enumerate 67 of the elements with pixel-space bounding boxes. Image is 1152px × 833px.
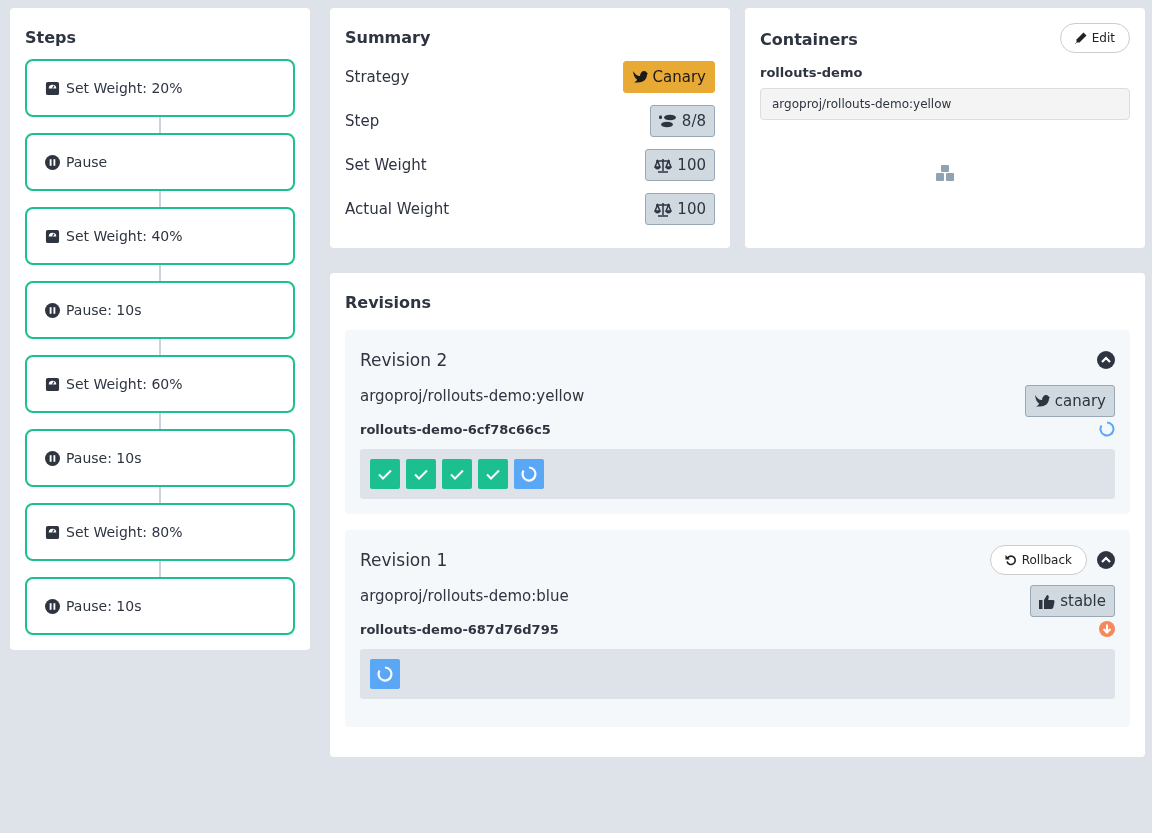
pencil-icon xyxy=(1074,32,1087,44)
container-name: rollouts-demo xyxy=(760,65,864,80)
summary-value: 100 xyxy=(645,149,715,181)
pod-check-icon[interactable] xyxy=(478,459,508,489)
step-item[interactable]: Pause xyxy=(25,133,295,191)
thumbs-up-icon xyxy=(1039,593,1056,609)
arrow-down-circle-icon xyxy=(1099,621,1115,637)
progress-ring-icon xyxy=(1099,421,1115,437)
balance-scale-icon xyxy=(654,201,673,217)
edit-button[interactable]: Edit xyxy=(1059,23,1130,53)
pod-check-icon[interactable] xyxy=(406,459,436,489)
summary-value: 100 xyxy=(645,193,715,225)
balance-scale-icon xyxy=(654,157,673,173)
step-label: Set Weight: 80% xyxy=(66,524,183,540)
scale-icon xyxy=(45,376,60,392)
pause-icon xyxy=(45,302,60,318)
bird-icon xyxy=(1033,394,1050,408)
pause-icon xyxy=(45,598,60,614)
summary-label: Strategy xyxy=(345,68,410,86)
summary-title: Summary xyxy=(345,28,432,47)
step-label: Pause: 10s xyxy=(66,302,142,318)
step-label: Pause xyxy=(66,154,108,170)
step-item[interactable]: Pause: 10s xyxy=(25,577,295,635)
boxes-icon xyxy=(935,164,955,182)
step-label: Set Weight: 60% xyxy=(66,376,183,392)
step-label: Pause: 10s xyxy=(66,450,142,466)
step-item[interactable]: Set Weight: 80% xyxy=(25,503,295,561)
step-item[interactable]: Pause: 10s xyxy=(25,281,295,339)
replicaset-name: rollouts-demo-6cf78c66c5 xyxy=(360,421,551,437)
image-field[interactable]: argoproj/rollouts-demo:yellow xyxy=(760,88,1130,120)
summary-value: Canary xyxy=(622,61,715,93)
pod-check-icon[interactable] xyxy=(442,459,472,489)
revision-tag: canary xyxy=(1024,385,1115,417)
pod-spinner-icon[interactable] xyxy=(370,659,400,689)
undo-icon xyxy=(1004,554,1017,566)
pod-spinner-icon[interactable] xyxy=(514,459,544,489)
step-item[interactable]: Pause: 10s xyxy=(25,429,295,487)
step-item[interactable]: Set Weight: 20% xyxy=(25,59,295,117)
collapse-icon[interactable] xyxy=(1097,551,1115,569)
bird-icon xyxy=(631,70,648,84)
containers-title: Containers xyxy=(760,29,858,49)
footprints-icon xyxy=(658,114,677,128)
scale-icon xyxy=(45,524,60,540)
revision-image: argoproj/rollouts-demo:yellow xyxy=(360,387,585,405)
step-label: Set Weight: 20% xyxy=(66,80,183,96)
summary-label: Step xyxy=(345,112,380,130)
summary-value: 8/8 xyxy=(649,105,715,137)
pod-check-icon[interactable] xyxy=(370,459,400,489)
summary-label: Actual Weight xyxy=(345,200,450,218)
summary-label: Set Weight xyxy=(345,156,427,174)
step-label: Set Weight: 40% xyxy=(66,228,183,244)
pause-icon xyxy=(45,450,60,466)
revision-title: Revision 1 xyxy=(360,550,448,570)
steps-title: Steps xyxy=(25,28,77,47)
collapse-icon[interactable] xyxy=(1097,351,1115,369)
revisions-title: Revisions xyxy=(345,293,432,312)
revision-tag: stable xyxy=(1030,585,1115,617)
revision-image: argoproj/rollouts-demo:blue xyxy=(360,587,569,605)
scale-icon xyxy=(45,228,60,244)
replicaset-name: rollouts-demo-687d76d795 xyxy=(360,621,559,637)
rollback-button[interactable]: Rollback xyxy=(989,545,1087,575)
revision-title: Revision 2 xyxy=(360,350,448,370)
step-label: Pause: 10s xyxy=(66,598,142,614)
scale-icon xyxy=(45,80,60,96)
step-item[interactable]: Set Weight: 40% xyxy=(25,207,295,265)
step-item[interactable]: Set Weight: 60% xyxy=(25,355,295,413)
pause-icon xyxy=(45,154,60,170)
